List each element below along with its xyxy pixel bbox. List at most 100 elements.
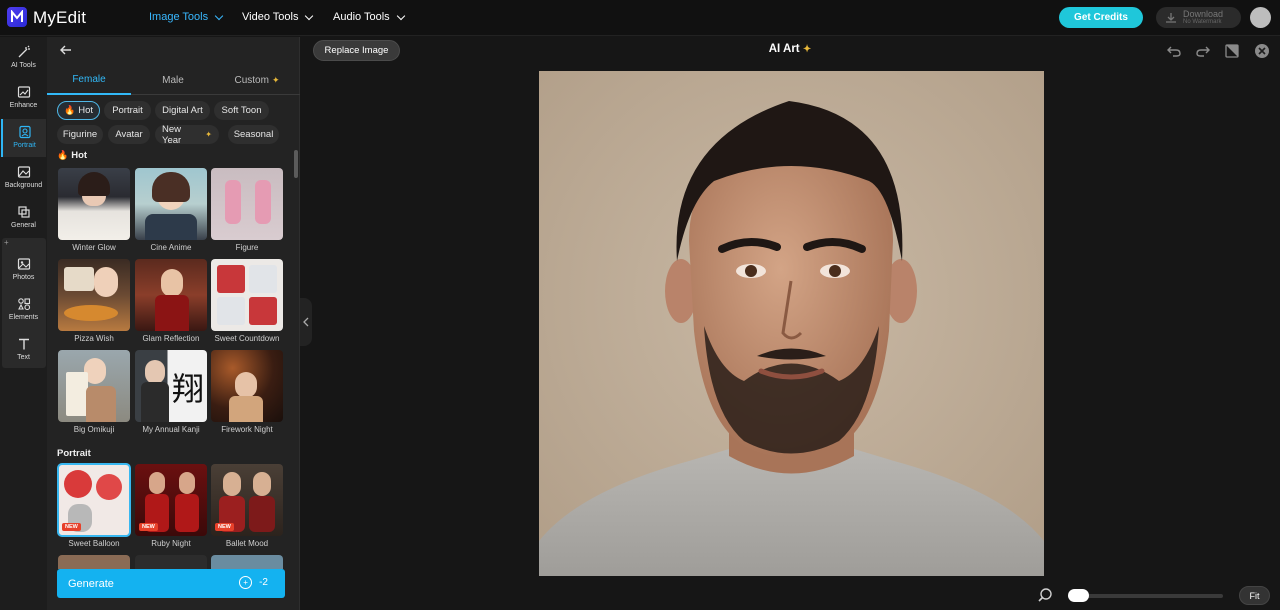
chip-avatar[interactable]: Avatar bbox=[108, 125, 150, 144]
tab-label: Male bbox=[162, 74, 184, 86]
plus-icon: + bbox=[4, 238, 9, 247]
style-thumb-winter-glow[interactable] bbox=[58, 168, 130, 240]
chip-soft-toon[interactable]: Soft Toon bbox=[214, 101, 269, 120]
style-thumb-ruby-night[interactable]: NEW bbox=[135, 464, 207, 536]
rail-label-photos: Photos bbox=[12, 274, 35, 281]
background-icon bbox=[17, 166, 30, 178]
chevron-left-icon bbox=[303, 317, 309, 327]
download-sublabel: No Watermark bbox=[1183, 18, 1222, 25]
zoom-icon[interactable] bbox=[1037, 587, 1053, 603]
generate-button[interactable]: Generate + -2 bbox=[57, 569, 285, 598]
style-label: Sweet Balloon bbox=[68, 539, 120, 548]
fire-icon: 🔥 bbox=[64, 105, 76, 115]
sparkle-icon: ✦ bbox=[802, 44, 812, 55]
style-thumb-sweet-countdown[interactable] bbox=[211, 259, 283, 331]
chip-seasonal[interactable]: Seasonal bbox=[228, 125, 279, 144]
style-thumb-cine-anime[interactable] bbox=[135, 168, 207, 240]
new-badge: NEW bbox=[139, 523, 158, 531]
new-badge: NEW bbox=[62, 523, 81, 531]
style-label: Firework Night bbox=[221, 425, 273, 434]
tab-male[interactable]: Male bbox=[131, 65, 215, 95]
chevron-down-icon bbox=[396, 11, 405, 20]
rail-item-general[interactable]: General bbox=[1, 199, 46, 237]
fit-button[interactable]: Fit bbox=[1239, 586, 1270, 605]
replace-image-button[interactable]: Replace Image bbox=[313, 40, 400, 61]
style-label: My Annual Kanji bbox=[142, 425, 200, 434]
section-title-hot: 🔥 Hot bbox=[57, 150, 87, 161]
tab-custom[interactable]: Custom ✦ bbox=[215, 65, 299, 95]
rail-label-text: Text bbox=[17, 354, 30, 361]
style-label: Big Omikuji bbox=[73, 425, 115, 434]
gender-tabs: Female Male Custom ✦ bbox=[47, 65, 300, 95]
canvas-title-text: AI Art bbox=[768, 43, 800, 55]
result-photo[interactable] bbox=[539, 71, 1044, 576]
style-label: Glam Reflection bbox=[142, 334, 200, 343]
chip-hot[interactable]: 🔥 Hot bbox=[57, 101, 100, 120]
new-badge: NEW bbox=[215, 523, 234, 531]
chip-new-year[interactable]: New Year ✦ bbox=[155, 124, 219, 146]
image-tools-label: Image Tools bbox=[149, 11, 209, 23]
chip-portrait[interactable]: Portrait bbox=[104, 101, 151, 120]
back-arrow-icon[interactable] bbox=[59, 43, 73, 57]
kanji-glyph: 翔 bbox=[171, 370, 204, 408]
style-thumb-sweet-balloon[interactable]: NEW bbox=[57, 463, 131, 537]
rail-label-enhance: Enhance bbox=[9, 102, 38, 109]
chip-digital-art[interactable]: Digital Art bbox=[155, 101, 210, 120]
tool-rail: AI Tools Enhance Portrait Background Gen… bbox=[0, 37, 47, 610]
audio-tools-menu[interactable]: Audio Tools bbox=[333, 11, 405, 23]
chip-label: Avatar bbox=[115, 129, 143, 140]
rail-item-enhance[interactable]: Enhance bbox=[1, 79, 46, 117]
compare-button[interactable] bbox=[1224, 43, 1240, 59]
rail-item-ai-tools[interactable]: AI Tools bbox=[1, 39, 46, 77]
style-thumb-pizza-wish[interactable] bbox=[58, 259, 130, 331]
video-tools-menu[interactable]: Video Tools bbox=[242, 11, 314, 23]
style-thumb-figure[interactable] bbox=[211, 168, 283, 240]
style-label: Figure bbox=[235, 243, 259, 252]
party-icon: ✦ bbox=[205, 130, 212, 139]
style-thumb-big-omikuji[interactable] bbox=[58, 350, 130, 422]
rail-item-portrait[interactable]: Portrait bbox=[1, 119, 46, 157]
audio-tools-label: Audio Tools bbox=[333, 11, 390, 23]
chip-figurine[interactable]: Figurine bbox=[57, 125, 103, 144]
style-panel: Female Male Custom ✦ 🔥 Hot Portrait Digi… bbox=[47, 37, 300, 610]
chevron-down-icon bbox=[305, 11, 314, 20]
video-tools-label: Video Tools bbox=[242, 11, 299, 23]
brand-name[interactable]: MyEdit bbox=[33, 8, 86, 28]
elements-icon bbox=[17, 298, 30, 311]
redo-button[interactable] bbox=[1195, 43, 1211, 59]
tab-female[interactable]: Female bbox=[47, 65, 131, 95]
rail-item-text[interactable]: Text bbox=[1, 331, 46, 369]
style-thumb-firework-night[interactable] bbox=[211, 350, 283, 422]
download-icon bbox=[1166, 12, 1176, 23]
tab-label: Custom bbox=[234, 74, 269, 86]
panel-scrollbar[interactable] bbox=[294, 150, 298, 178]
section-label: Hot bbox=[71, 150, 88, 161]
chip-label: Figurine bbox=[62, 129, 98, 140]
general-icon bbox=[17, 206, 30, 218]
zoom-slider-track[interactable] bbox=[1068, 594, 1223, 598]
style-thumb-my-annual-kanji[interactable]: 翔 bbox=[135, 350, 207, 422]
download-label: Download bbox=[1183, 8, 1224, 19]
style-label: Ballet Mood bbox=[225, 539, 269, 548]
close-button[interactable] bbox=[1254, 43, 1270, 59]
rail-item-photos[interactable]: Photos bbox=[1, 251, 46, 289]
chip-label: Soft Toon bbox=[221, 105, 262, 116]
chip-label: Hot bbox=[78, 105, 94, 116]
panel-collapse-handle[interactable] bbox=[300, 298, 312, 346]
tab-label: Female bbox=[72, 73, 106, 85]
user-avatar[interactable] bbox=[1250, 7, 1271, 28]
style-thumb-glam-reflection[interactable] bbox=[135, 259, 207, 331]
rail-item-elements[interactable]: Elements bbox=[1, 291, 46, 329]
myedit-logo[interactable] bbox=[7, 7, 27, 27]
zoom-slider-knob[interactable] bbox=[1068, 589, 1089, 602]
style-thumb-ballet-mood[interactable]: NEW bbox=[211, 464, 283, 536]
rail-label-general: General bbox=[11, 222, 36, 229]
get-credits-button[interactable]: Get Credits bbox=[1059, 7, 1143, 28]
undo-button[interactable] bbox=[1166, 43, 1182, 59]
chip-label: Seasonal bbox=[233, 129, 274, 140]
rail-item-background[interactable]: Background bbox=[1, 159, 46, 197]
download-button[interactable]: Download No Watermark bbox=[1156, 7, 1241, 28]
image-tools-menu[interactable]: Image Tools bbox=[149, 11, 224, 23]
generate-cost: + -2 bbox=[239, 576, 268, 589]
compare-icon bbox=[1225, 44, 1239, 58]
